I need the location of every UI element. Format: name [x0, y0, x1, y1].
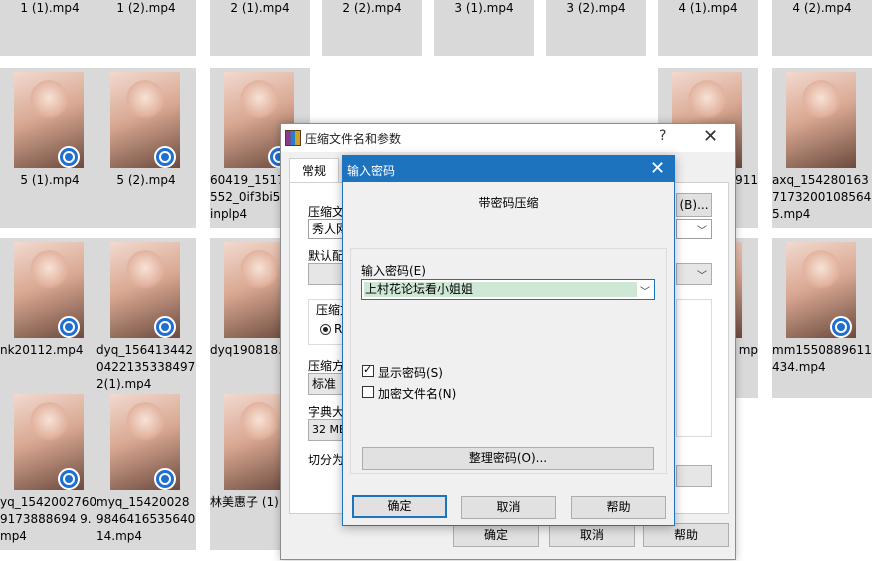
file-name: 2 (1).mp4 — [230, 1, 290, 15]
ok-button[interactable]: 确定 — [352, 495, 447, 518]
file-tile[interactable]: 2 (2).mp4 — [322, 0, 422, 56]
file-tile[interactable]: 1 (2).mp4 — [96, 0, 196, 56]
file-name: yq_15420027609173888694 9.mp4 — [0, 495, 98, 543]
default-profile-label: 默认配 — [308, 249, 345, 263]
file-name: mm1550889611434.mp4 — [772, 343, 872, 374]
file-name: axq_1542801637173200108564 5.mp4 — [772, 173, 872, 221]
dialog-heading: 带密码压缩 — [478, 196, 539, 210]
dialog-titlebar[interactable]: 输入密码 ✕ — [343, 156, 674, 182]
rar-radio[interactable] — [320, 324, 331, 335]
video-player-icon — [830, 316, 852, 338]
file-name: 3 (2).mp4 — [566, 1, 626, 15]
file-tile[interactable]: myq_15420028984641653564014.mp4 — [96, 390, 196, 550]
password-value: 上村花论坛看小姐姐 — [364, 282, 637, 297]
window-title: 压缩文件名和参数 — [305, 132, 402, 146]
file-tile[interactable]: 3 (2).mp4 — [546, 0, 646, 56]
organize-passwords-button[interactable]: 整理密码(O)... — [362, 447, 654, 470]
file-name: 1 (1).mp4 — [20, 1, 80, 15]
archive-name-dropdown[interactable]: ﹀ — [676, 219, 712, 239]
video-player-icon — [58, 316, 80, 338]
file-tile[interactable]: 4 (2).mp4 — [772, 0, 872, 56]
archive-name-label: 压缩文 — [308, 205, 345, 219]
help-icon[interactable]: ? — [659, 128, 666, 144]
file-name: myq_15420028984641653564014.mp4 — [96, 495, 196, 543]
password-input[interactable]: 上村花论坛看小姐姐 ﹀ — [361, 279, 655, 300]
profile-dropdown[interactable]: ﹀ — [676, 263, 712, 285]
file-name: 4 (2).mp4 — [792, 1, 852, 15]
encrypt-filenames-label: 加密文件名(N) — [378, 387, 457, 401]
cancel-button[interactable]: 取消 — [461, 496, 556, 519]
file-tile[interactable]: 1 (1).mp4 — [0, 0, 100, 56]
file-name: 5 (2).mp4 — [116, 173, 176, 187]
browse-button[interactable]: (B)... — [676, 193, 712, 217]
file-name: dyq_15641344204221353384972(1).mp4 — [96, 343, 196, 391]
video-player-icon — [58, 146, 80, 168]
file-tile[interactable]: 2 (1).mp4 — [210, 0, 310, 56]
options-groupbox — [676, 299, 712, 437]
file-name: 2 (2).mp4 — [342, 1, 402, 15]
file-tile[interactable]: 4 (1).mp4 — [658, 0, 758, 56]
show-password-checkbox[interactable] — [362, 363, 374, 377]
split-label: 切分为 — [308, 453, 345, 467]
file-name: 4 (1).mp4 — [678, 1, 738, 15]
chevron-down-icon[interactable]: ﹀ — [640, 283, 650, 298]
show-password-label: 显示密码(S) — [378, 366, 443, 380]
video-player-icon — [58, 468, 80, 490]
tab-general[interactable]: 常规 — [289, 158, 339, 183]
close-icon[interactable]: ✕ — [703, 126, 718, 147]
file-tile[interactable]: dyq_15641344204221353384972(1).mp4 — [96, 238, 196, 398]
method-label: 压缩方 — [308, 359, 345, 373]
file-name: 5 (1).mp4 — [20, 173, 80, 187]
winrar-icon — [285, 130, 301, 146]
password-label: 输入密码(E) — [361, 264, 426, 278]
file-tile[interactable]: 3 (1).mp4 — [434, 0, 534, 56]
dialog-title: 输入密码 — [347, 164, 396, 178]
chevron-down-icon: ﹀ — [697, 226, 707, 237]
split-right-field[interactable] — [676, 465, 712, 487]
file-name: nk20112.mp4 — [0, 343, 84, 357]
file-tile[interactable]: axq_1542801637173200108564 5.mp4 — [772, 68, 872, 228]
dictionary-label: 字典大 — [308, 405, 345, 419]
chevron-down-icon: ﹀ — [697, 271, 707, 282]
file-tile[interactable]: mm1550889611434.mp4 — [772, 238, 872, 398]
video-player-icon — [154, 468, 176, 490]
file-tile[interactable]: nk20112.mp4 — [0, 238, 100, 398]
video-player-icon — [154, 316, 176, 338]
file-tile[interactable]: 5 (2).mp4 — [96, 68, 196, 228]
file-tile[interactable]: 5 (1).mp4 — [0, 68, 100, 228]
close-icon[interactable]: ✕ — [650, 158, 665, 179]
file-name: 1 (2).mp4 — [116, 1, 176, 15]
password-dialog: 输入密码 ✕ 带密码压缩 输入密码(E) 上村花论坛看小姐姐 ﹀ 显示密码(S)… — [342, 155, 675, 526]
video-player-icon — [154, 146, 176, 168]
encrypt-filenames-checkbox[interactable] — [362, 386, 374, 398]
cancel-button[interactable]: 取消 — [549, 523, 635, 547]
file-tile[interactable]: yq_15420027609173888694 9.mp4 — [0, 390, 100, 550]
file-name: 3 (1).mp4 — [454, 1, 514, 15]
window-titlebar[interactable]: 压缩文件名和参数 ? ✕ — [281, 124, 735, 152]
ok-button[interactable]: 确定 — [453, 523, 539, 547]
video-thumbnail — [786, 72, 856, 168]
help-button[interactable]: 帮助 — [571, 496, 666, 519]
help-button[interactable]: 帮助 — [643, 523, 729, 547]
